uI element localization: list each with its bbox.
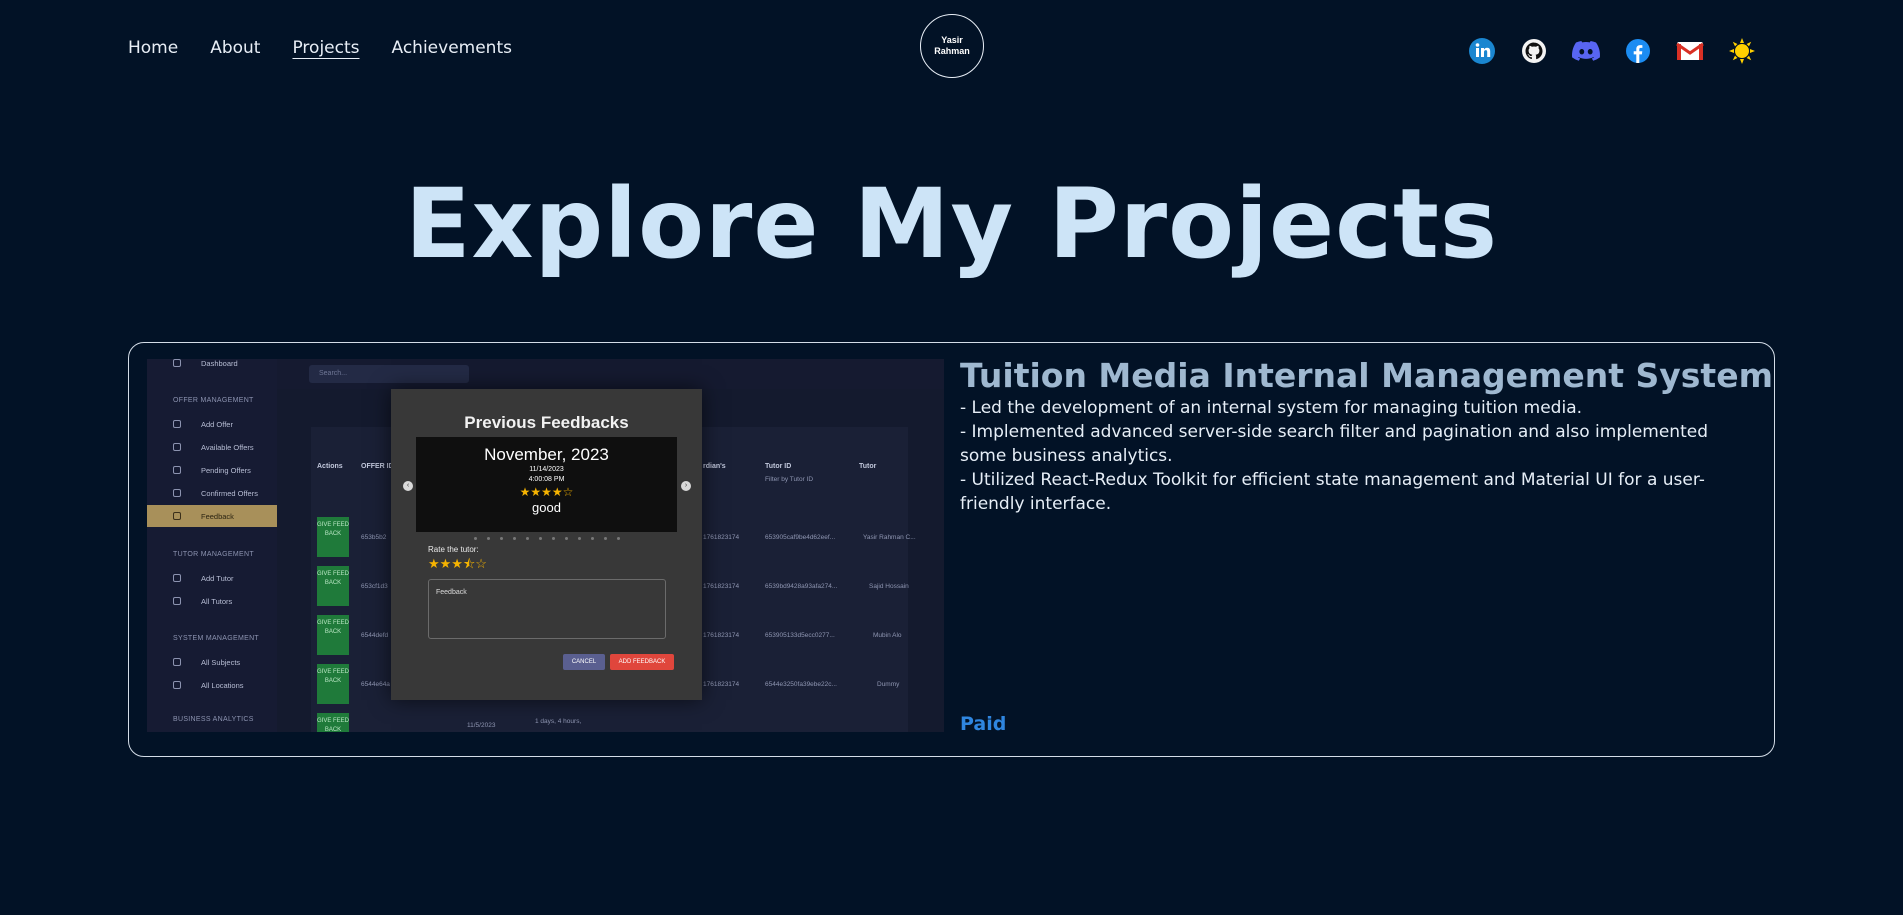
nav-home[interactable]: Home <box>128 38 178 58</box>
sidebar-item: All Locations <box>201 681 244 690</box>
sidebar-group: TUTOR MANAGEMENT <box>173 551 254 558</box>
give-feedback-button: GIVE FEED BACK <box>317 713 349 732</box>
table-cell: Dummy <box>877 681 900 688</box>
facebook-icon[interactable] <box>1623 36 1653 66</box>
sidebar-item: Feedback <box>201 512 234 521</box>
feedback-time: 4:00:08 PM <box>528 476 565 483</box>
feedback-modal: Previous Feedbacks November, 2023 11/14/… <box>391 389 702 700</box>
sidebar-item: All Subjects <box>201 658 241 667</box>
project-bullet: - Utilized React-Redux Toolkit for effic… <box>960 470 1705 514</box>
feedback-date: 11/14/2023 <box>529 466 564 473</box>
feedback-field: Feedback <box>428 579 666 639</box>
table-cell: 1761823174 <box>703 534 740 541</box>
table-header: rdian's <box>703 463 726 470</box>
top-nav: Home About Projects Achievements Yasir R… <box>0 0 1903 100</box>
modal-title: Previous Feedbacks <box>464 413 629 432</box>
sidebar-item: Pending Offers <box>201 466 251 475</box>
give-feedback-button: GIVE FEED BACK <box>317 664 349 704</box>
feedback-stars: ★★★★☆ <box>519 485 574 499</box>
tutors-icon <box>173 597 181 605</box>
sidebar-group: OFFER MANAGEMENT <box>173 397 254 404</box>
chevron-left-icon: ‹ <box>403 481 413 491</box>
table-cell: Mubin Alo <box>873 632 902 639</box>
list-icon <box>173 443 181 451</box>
sidebar-item: All Tutors <box>201 597 233 606</box>
linkedin-icon[interactable] <box>1467 36 1497 66</box>
feedback-carousel: November, 2023 11/14/2023 4:00:08 PM ★★★… <box>416 437 677 532</box>
table-header: Tutor ID <box>765 463 792 470</box>
gmail-icon[interactable] <box>1675 36 1705 66</box>
carousel-dots <box>474 537 620 540</box>
rate-stars: ★★★⯪☆ <box>428 556 487 571</box>
table-cell: 1761823174 <box>703 583 740 590</box>
table-cell: Sajid Hossain <box>869 583 909 590</box>
sidebar-item: Dashboard <box>201 359 238 368</box>
subjects-icon <box>173 658 181 666</box>
sidebar-group: BUSINESS ANALYTICS <box>173 716 254 723</box>
table-cell: 6544e64a <box>361 681 390 688</box>
feedback-month: November, 2023 <box>484 445 609 464</box>
plus-icon <box>173 420 181 428</box>
table-header: Tutor <box>859 463 877 470</box>
table-cell: 1761823174 <box>703 632 740 639</box>
page-title: Explore My Projects <box>404 168 1499 280</box>
project-bullet: - Implemented advanced server-side searc… <box>960 422 1708 466</box>
table-cell: 1761823174 <box>703 681 740 688</box>
nav-achievements[interactable]: Achievements <box>392 38 512 58</box>
pending-icon <box>173 466 181 474</box>
table-cell: Yasir Rahman C... <box>863 534 916 541</box>
sidebar-item: Available Offers <box>201 443 254 452</box>
table-cell: 6544e3250fa39ebe22c... <box>765 681 837 688</box>
give-feedback-button: GIVE FEED BACK <box>317 566 349 606</box>
globe-icon <box>173 489 181 497</box>
table-cell: 653cf1d3 <box>361 583 388 590</box>
give-feedback-button: GIVE FEED BACK <box>317 517 349 557</box>
table-header: Actions <box>317 463 343 470</box>
sidebar-item: Confirmed Offers <box>201 489 258 498</box>
logo-line1: Yasir <box>941 35 963 45</box>
project-status: Paid <box>960 713 1007 735</box>
chevron-right-icon: › <box>681 481 691 491</box>
table-cell: 6544defd <box>361 632 389 639</box>
table-cell: 653905133d5ecc0277... <box>765 632 835 639</box>
sidebar-group: SYSTEM MANAGEMENT <box>173 635 259 642</box>
github-icon[interactable] <box>1519 36 1549 66</box>
screenshot-search: Search... <box>309 365 469 383</box>
nav-projects[interactable]: Projects <box>292 38 359 58</box>
project-screenshot: Dashboard OFFER MANAGEMENT Add Offer Ava… <box>147 359 944 732</box>
nav-about[interactable]: About <box>210 38 260 58</box>
sun-icon[interactable] <box>1727 36 1757 66</box>
nav-links: Home About Projects Achievements <box>128 38 512 58</box>
sidebar-item: Add Offer <box>201 420 233 429</box>
logo-line2: Rahman <box>934 46 970 56</box>
project-description: - Led the development of an internal sys… <box>960 396 1750 516</box>
table-filter: Filter by Tutor ID <box>765 476 814 483</box>
table-cell: 653905caf9be4d62eef... <box>765 534 836 541</box>
chart-icon <box>173 681 181 689</box>
social-links <box>1467 36 1757 66</box>
project-bullet: - Led the development of an internal sys… <box>960 398 1583 418</box>
table-cell: 1 days, 4 hours, <box>535 718 582 725</box>
project-title: Tuition Media Internal Management System <box>960 356 1773 395</box>
rate-label: Rate the tutor: <box>428 545 479 554</box>
table-cell: 11/5/2023 <box>467 722 496 729</box>
discord-icon[interactable] <box>1571 36 1601 66</box>
home-icon <box>173 359 181 367</box>
feedback-icon <box>173 512 181 520</box>
table-cell: 653b5b2 <box>361 534 387 541</box>
table-header: OFFER ID <box>361 463 394 470</box>
give-feedback-button: GIVE FEED BACK <box>317 615 349 655</box>
cancel-button: CANCEL <box>563 654 605 670</box>
add-feedback-button: ADD FEEDBACK <box>610 654 674 670</box>
screenshot-sidebar: Dashboard OFFER MANAGEMENT Add Offer Ava… <box>147 359 277 732</box>
feedback-comment: good <box>532 500 561 515</box>
sidebar-item: Add Tutor <box>201 574 234 583</box>
table-cell: 6539bd9428a93afa274... <box>765 583 838 590</box>
site-logo[interactable]: Yasir Rahman <box>920 14 984 78</box>
plus-icon <box>173 574 181 582</box>
